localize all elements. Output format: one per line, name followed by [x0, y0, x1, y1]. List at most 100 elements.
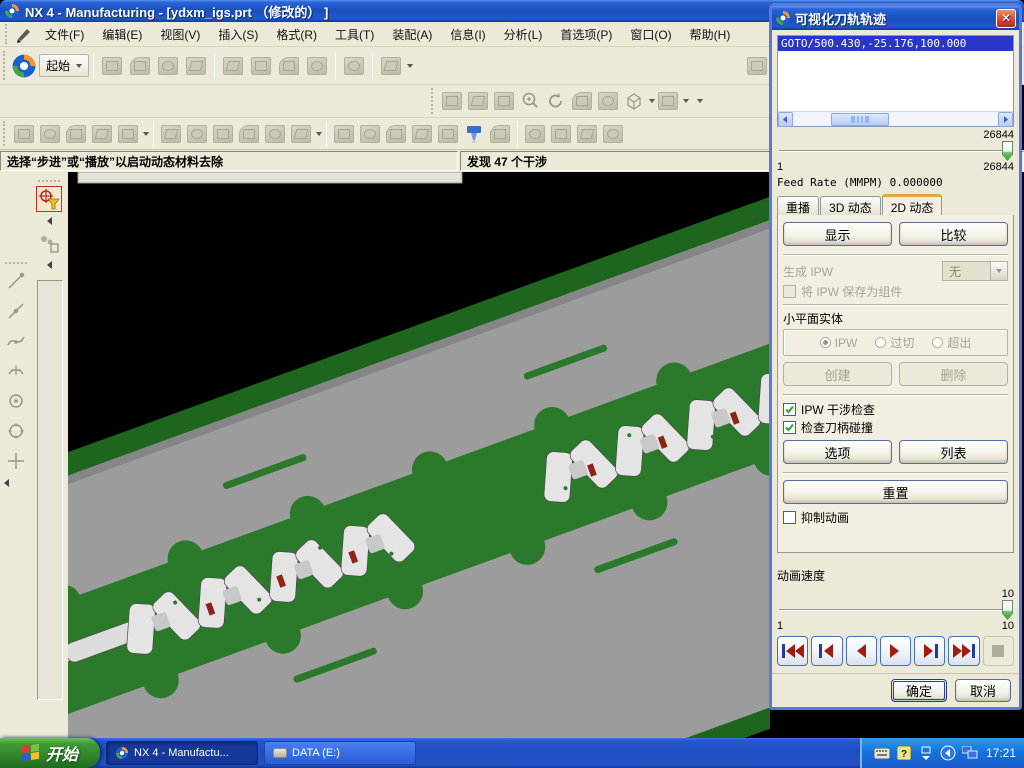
post-process-button[interactable] — [522, 122, 548, 146]
cut-operation-button[interactable] — [184, 122, 210, 146]
play-forward-button[interactable] — [880, 636, 911, 666]
path-slider[interactable] — [777, 141, 1014, 161]
snap-point-button[interactable] — [36, 230, 62, 256]
flyout-arrow-icon[interactable] — [47, 261, 52, 269]
parallel-generate-button[interactable] — [357, 122, 383, 146]
ok-button[interactable]: 确定 — [891, 679, 947, 702]
edit-operation-button[interactable] — [158, 122, 184, 146]
toolpath-listbox[interactable]: GOTO/500.430,-25.176,100.000 — [777, 35, 1014, 127]
show-button[interactable]: 显示 — [783, 222, 892, 246]
save-button[interactable] — [154, 52, 182, 80]
chevron-down-icon[interactable] — [407, 64, 413, 68]
menu-view[interactable]: 视图(V) — [152, 23, 208, 46]
control-point-button[interactable] — [3, 328, 29, 354]
report-button[interactable] — [574, 122, 600, 146]
menu-analysis[interactable]: 分析(L) — [496, 23, 551, 46]
create-operation-button[interactable] — [115, 122, 141, 146]
cut-button[interactable] — [219, 52, 247, 80]
toolbar-grip[interactable] — [431, 88, 436, 114]
step-back-button[interactable] — [811, 636, 842, 666]
undo-button[interactable] — [340, 52, 368, 80]
existing-point-button[interactable] — [3, 418, 29, 444]
copy-operation-button[interactable] — [210, 122, 236, 146]
batch-output-button[interactable] — [600, 122, 626, 146]
chevron-down-icon[interactable] — [316, 132, 322, 136]
menu-file[interactable]: 文件(F) — [37, 23, 92, 46]
dialog-titlebar[interactable]: 可视化刀轨轨迹 ✕ — [772, 6, 1019, 30]
create-program-button[interactable] — [11, 122, 37, 146]
language-bar-icon[interactable] — [940, 745, 956, 761]
generate-toolpath-button[interactable] — [331, 122, 357, 146]
toolbar-overflow-icon[interactable] — [697, 99, 703, 103]
scrollbar-thumb[interactable] — [831, 113, 889, 126]
scroll-left-button[interactable] — [778, 112, 793, 127]
tab-3d-dynamic[interactable]: 3D 动态 — [820, 196, 881, 215]
delete-button[interactable] — [303, 52, 331, 80]
mid-point-button[interactable] — [3, 298, 29, 324]
create-geometry-button[interactable] — [63, 122, 89, 146]
start-menu-button[interactable]: 起始 — [39, 54, 89, 77]
scroll-right-button[interactable] — [998, 112, 1013, 127]
shaded-view-button[interactable] — [595, 89, 621, 113]
arc-center-button[interactable] — [3, 358, 29, 384]
menu-window[interactable]: 窗口(O) — [622, 23, 679, 46]
options-button[interactable]: 选项 — [783, 440, 892, 464]
graphics-viewport[interactable] — [68, 172, 770, 738]
new-button[interactable] — [98, 52, 126, 80]
flyout-arrow-icon[interactable] — [47, 217, 52, 225]
flyout-arrow-icon[interactable] — [4, 479, 9, 487]
start-button[interactable]: 开始 — [0, 738, 100, 768]
help-tray-icon[interactable]: ? — [896, 745, 912, 761]
menu-assemblies[interactable]: 装配(A) — [384, 23, 440, 46]
zoom-button[interactable] — [465, 89, 491, 113]
step-forward-button[interactable] — [914, 636, 945, 666]
point-constructor-button[interactable] — [3, 448, 29, 474]
path-slider-thumb[interactable] — [1002, 141, 1013, 161]
reset-button[interactable]: 重置 — [783, 480, 1008, 504]
magnifier-button[interactable] — [517, 89, 543, 113]
menu-tools[interactable]: 工具(T) — [327, 23, 382, 46]
paste-button[interactable] — [275, 52, 303, 80]
toolbar-grip[interactable] — [3, 51, 8, 81]
menubar-grip[interactable] — [5, 24, 10, 43]
toolbar-options-button[interactable] — [743, 52, 771, 80]
go-to-end-button[interactable] — [948, 636, 979, 666]
menu-information[interactable]: 信息(I) — [442, 23, 493, 46]
ipw-interference-checkbox[interactable] — [783, 403, 796, 416]
holder-collision-checkbox[interactable] — [783, 421, 796, 434]
speed-slider-thumb[interactable] — [1002, 600, 1013, 620]
print-button[interactable] — [182, 52, 210, 80]
speed-slider[interactable] — [777, 600, 1014, 620]
open-button[interactable] — [126, 52, 154, 80]
transform-operation-button[interactable] — [288, 122, 314, 146]
taskbar-task-data-drive[interactable]: DATA (E:) — [264, 741, 416, 765]
toolbar-grip[interactable] — [38, 180, 60, 184]
quadrant-point-button[interactable] — [3, 388, 29, 414]
menu-preferences[interactable]: 首选项(P) — [552, 23, 620, 46]
delete-operation-button[interactable] — [262, 122, 288, 146]
menu-insert[interactable]: 插入(S) — [210, 23, 266, 46]
chevron-down-icon[interactable] — [683, 99, 689, 103]
sync-button[interactable] — [383, 122, 409, 146]
network-icon[interactable] — [962, 745, 978, 761]
list-button[interactable]: 列表 — [899, 440, 1008, 464]
paste-operation-button[interactable] — [236, 122, 262, 146]
toolbar-grip[interactable] — [3, 121, 8, 146]
confirm-toolpath-button[interactable] — [409, 122, 435, 146]
compare-button[interactable]: 比较 — [899, 222, 1008, 246]
copy-button[interactable] — [247, 52, 275, 80]
create-method-button[interactable] — [89, 122, 115, 146]
shop-docs-button[interactable] — [548, 122, 574, 146]
rotate-view-button[interactable] — [543, 89, 569, 113]
verify-toolpath-button[interactable] — [461, 122, 487, 146]
go-to-start-button[interactable] — [777, 636, 808, 666]
tab-replay[interactable]: 重播 — [777, 196, 819, 215]
fit-view-button[interactable] — [439, 89, 465, 113]
hide-icons-arrow-icon[interactable] — [918, 745, 934, 761]
machine-simulate-button[interactable] — [487, 122, 513, 146]
selection-filter-button[interactable] — [36, 186, 62, 212]
horizontal-scrollbar[interactable] — [778, 111, 1013, 126]
section-view-button[interactable] — [655, 89, 681, 113]
export-button[interactable] — [377, 52, 405, 80]
tab-2d-dynamic[interactable]: 2D 动态 — [882, 194, 943, 215]
